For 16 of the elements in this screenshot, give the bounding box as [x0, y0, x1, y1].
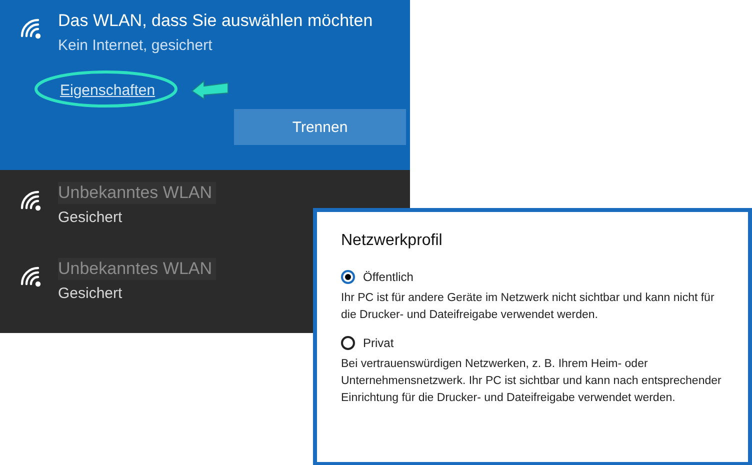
radio-option[interactable]: Privat — [341, 336, 394, 350]
network-name: Das WLAN, dass Sie auswählen möchten — [58, 10, 373, 32]
radio-button[interactable] — [341, 270, 355, 284]
disconnect-button[interactable]: Trennen — [234, 109, 406, 145]
arrow-icon — [190, 78, 230, 100]
option-description: Bei vertrauenswürdigen Netzwerken, z. B. Ihrem Heim- oder Unternehmensnetzwerk. Ihr PC ist sichtbar und kann nach entsprechender Einrichtung für die Drucker- und Dateifreigabe verwendet werden. — [341, 357, 722, 406]
selected-network-panel[interactable]: Das WLAN, dass Sie auswählen möchten Kein Internet, gesichert Eigenschaften Trennen — [0, 0, 410, 170]
option-description: Ihr PC ist für andere Geräte im Netzwerk nicht sichtbar und kann nicht für die Drucker- und Dateifreigabe verwendet werden. — [341, 291, 716, 323]
dialog-title: Netzwerkprofil — [341, 232, 444, 250]
network-status: Gesichert — [58, 208, 124, 228]
network-status: Kein Internet, gesichert — [58, 36, 214, 56]
network-name[interactable]: Unbekanntes WLAN — [58, 258, 216, 280]
network-name[interactable]: Unbekanntes WLAN — [58, 182, 216, 204]
radio-option[interactable]: Öffentlich — [341, 270, 414, 284]
radio-button[interactable] — [341, 336, 355, 350]
network-status: Gesichert — [58, 284, 124, 304]
